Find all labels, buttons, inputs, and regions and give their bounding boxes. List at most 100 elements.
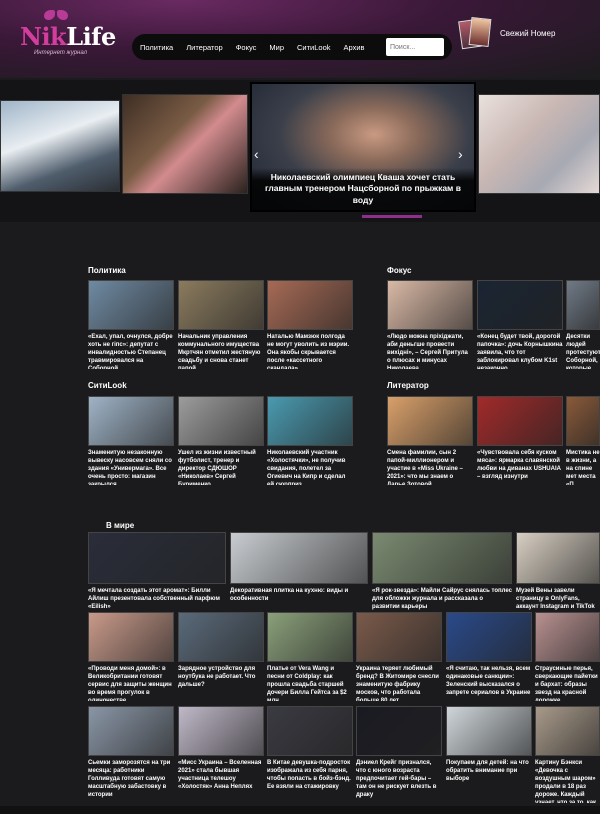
- article-card[interactable]: «Я рок-звезда»: Майли Сайрус снялась топ…: [372, 532, 512, 615]
- nav-item-citylook[interactable]: СитиLook: [297, 43, 331, 52]
- article-title[interactable]: Музей Вены завели страницу в OnlyFans, а…: [516, 587, 600, 615]
- article-card[interactable]: Декоративная плитка на кухню: виды и осо…: [230, 532, 368, 615]
- article-title[interactable]: Страусиные перья, сверкающие пайетки и б…: [535, 665, 600, 701]
- nav-item-focus[interactable]: Фокус: [236, 43, 257, 52]
- nav-item-world[interactable]: Мир: [269, 43, 284, 52]
- article-card[interactable]: Зарядное устройство для ноутбука не рабо…: [178, 612, 264, 701]
- article-thumb[interactable]: [446, 612, 532, 662]
- article-card[interactable]: Картину Бэнкси «Девочка с воздушным шаро…: [535, 706, 600, 803]
- article-thumb[interactable]: [356, 612, 442, 662]
- article-thumb[interactable]: [356, 706, 442, 756]
- article-title[interactable]: Зарядное устройство для ноутбука не рабо…: [178, 665, 264, 701]
- section-title-citylook[interactable]: СитиLook: [88, 381, 127, 390]
- section-title-world[interactable]: В мире: [106, 521, 134, 530]
- nav-item-literator[interactable]: Литератор: [186, 43, 223, 52]
- article-title[interactable]: Картину Бэнкси «Девочка с воздушным шаро…: [535, 759, 600, 803]
- article-thumb[interactable]: [88, 706, 174, 756]
- article-thumb[interactable]: [372, 532, 512, 584]
- article-thumb[interactable]: [178, 612, 264, 662]
- article-title[interactable]: Мистика не в жизни, а на спине мет места…: [566, 449, 600, 485]
- article-card[interactable]: Знаменитую незаконную вывеску насовсем с…: [88, 396, 174, 485]
- nav-item-archive[interactable]: Архив: [344, 43, 365, 52]
- article-card[interactable]: Мистика не в жизни, а на спине мет места…: [566, 396, 600, 485]
- article-thumb[interactable]: [387, 280, 473, 330]
- article-card[interactable]: Покупаем для детей: на что обратить вним…: [446, 706, 532, 803]
- chevron-left-icon[interactable]: ‹: [254, 146, 259, 162]
- search-input[interactable]: [386, 38, 444, 56]
- article-card[interactable]: Ушел из жизни известный футболист, трене…: [178, 396, 264, 485]
- article-card[interactable]: «Я считаю, так нельзя, всем одинаковые с…: [446, 612, 532, 701]
- article-card[interactable]: Смена фамилии, сын 2 папой-миллионером и…: [387, 396, 473, 485]
- article-thumb[interactable]: [535, 706, 600, 756]
- article-thumb[interactable]: [230, 532, 368, 584]
- section-title-politics[interactable]: Политика: [88, 266, 126, 275]
- article-card[interactable]: «Ехал, упал, очнулся, добре хоть не гіпс…: [88, 280, 174, 369]
- article-card[interactable]: «Я мечтала создать этот аромат»: Билли А…: [88, 532, 226, 615]
- article-title[interactable]: Сьемки заморозятся на три месяца: работн…: [88, 759, 174, 803]
- article-card[interactable]: Украина теряет любимый бренд? В Житомире…: [356, 612, 442, 701]
- article-thumb[interactable]: [446, 706, 532, 756]
- article-title[interactable]: Дэниел Крейг признался, что с юного возр…: [356, 759, 442, 803]
- article-card[interactable]: «Чувствовала себя куском мяса»: ярмарка …: [477, 396, 563, 485]
- article-card[interactable]: «Людо можна пріхіджати, аби деньгше пров…: [387, 280, 473, 369]
- slide-caption[interactable]: Николаевский олимпиец Кваша хочет стать …: [252, 167, 474, 210]
- site-logo[interactable]: NikLife Интернет журнал: [20, 8, 116, 56]
- article-title[interactable]: Наталью Мамзюк полгода не могут уволить …: [267, 333, 353, 369]
- nav-item-politics[interactable]: Политика: [140, 43, 173, 52]
- article-card[interactable]: «Проводи меня домой»: в Великобритании г…: [88, 612, 174, 701]
- article-card[interactable]: Десятки людей протестуют Соборной, котор…: [566, 280, 600, 369]
- slide-main[interactable]: Николаевский олимпиец Кваша хочет стать …: [250, 82, 476, 212]
- article-card[interactable]: Дэниел Крейг признался, что с юного возр…: [356, 706, 442, 803]
- article-title[interactable]: Покупаем для детей: на что обратить вним…: [446, 759, 532, 803]
- article-thumb[interactable]: [267, 612, 353, 662]
- article-card[interactable]: «Конец будет твой, дорогой папочка»: доч…: [477, 280, 563, 369]
- article-title[interactable]: «Проводи меня домой»: в Великобритании г…: [88, 665, 174, 701]
- article-thumb[interactable]: [88, 532, 226, 584]
- article-card[interactable]: Музей Вены завели страницу в OnlyFans, а…: [516, 532, 600, 615]
- article-card[interactable]: Платье от Vera Wang и песни от Coldplay:…: [267, 612, 353, 701]
- article-title[interactable]: Ушел из жизни известный футболист, трене…: [178, 449, 264, 485]
- article-thumb[interactable]: [178, 280, 264, 330]
- article-card[interactable]: Сьемки заморозятся на три месяца: работн…: [88, 706, 174, 803]
- article-title[interactable]: «Людо можна пріхіджати, аби деньгше пров…: [387, 333, 473, 369]
- article-title[interactable]: «Конец будет твой, дорогой папочка»: доч…: [477, 333, 563, 369]
- article-thumb[interactable]: [387, 396, 473, 446]
- article-title[interactable]: «Чувствовала себя куском мяса»: ярмарка …: [477, 449, 563, 485]
- section-title-focus[interactable]: Фокус: [387, 266, 411, 275]
- article-title[interactable]: Смена фамилии, сын 2 папой-миллионером и…: [387, 449, 473, 485]
- article-thumb[interactable]: [566, 396, 600, 446]
- article-card[interactable]: Николаевский участник «Холостячки», не п…: [267, 396, 353, 485]
- article-thumb[interactable]: [535, 612, 600, 662]
- article-thumb[interactable]: [88, 280, 174, 330]
- article-title[interactable]: «Я рок-звезда»: Майли Сайрус снялась топ…: [372, 587, 512, 615]
- article-title[interactable]: «Мисс Украина – Вселенная 2021» стала бы…: [178, 759, 264, 803]
- article-thumb[interactable]: [267, 396, 353, 446]
- article-title[interactable]: Декоративная плитка на кухню: виды и осо…: [230, 587, 368, 615]
- article-title[interactable]: «Я мечтала создать этот аромат»: Билли А…: [88, 587, 226, 615]
- article-title[interactable]: «Ехал, упал, очнулся, добре хоть не гіпс…: [88, 333, 174, 369]
- article-title[interactable]: В Китае девушка-подросток изображала из …: [267, 759, 353, 803]
- chevron-right-icon[interactable]: ›: [458, 146, 463, 162]
- article-title[interactable]: Украина теряет любимый бренд? В Житомире…: [356, 665, 442, 701]
- article-card[interactable]: В Китае девушка-подросток изображала из …: [267, 706, 353, 803]
- slide-thumb[interactable]: [478, 94, 600, 194]
- article-title[interactable]: Платье от Vera Wang и песни от Coldplay:…: [267, 665, 353, 701]
- article-thumb[interactable]: [178, 396, 264, 446]
- article-card[interactable]: «Мисс Украина – Вселенная 2021» стала бы…: [178, 706, 264, 803]
- article-title[interactable]: «Я считаю, так нельзя, всем одинаковые с…: [446, 665, 532, 701]
- article-thumb[interactable]: [516, 532, 600, 584]
- article-thumb[interactable]: [566, 280, 600, 330]
- slide-thumb[interactable]: [122, 94, 248, 194]
- article-thumb[interactable]: [88, 396, 174, 446]
- article-card[interactable]: Наталью Мамзюк полгода не могут уволить …: [267, 280, 353, 369]
- slide-thumb[interactable]: [0, 100, 120, 192]
- article-thumb[interactable]: [477, 396, 563, 446]
- article-thumb[interactable]: [88, 612, 174, 662]
- section-title-literator[interactable]: Литератор: [387, 381, 429, 390]
- article-thumb[interactable]: [267, 706, 353, 756]
- article-card[interactable]: Страусиные перья, сверкающие пайетки и б…: [535, 612, 600, 701]
- article-thumb[interactable]: [267, 280, 353, 330]
- article-title[interactable]: Десятки людей протестуют Соборной, котор…: [566, 333, 600, 369]
- article-thumb[interactable]: [477, 280, 563, 330]
- article-title[interactable]: Начальник управления коммунального имуще…: [178, 333, 264, 369]
